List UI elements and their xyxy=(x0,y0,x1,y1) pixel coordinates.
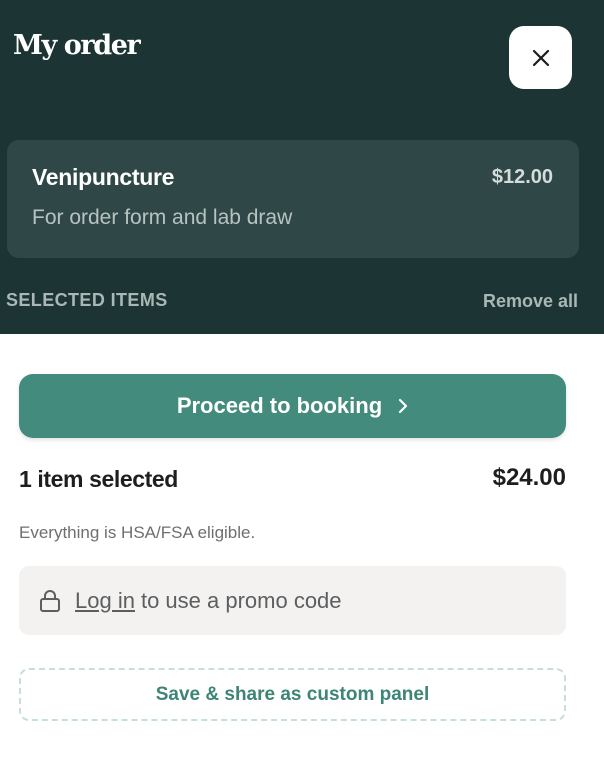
selected-items-label: SELECTED ITEMS xyxy=(6,290,168,310)
promo-code-box: Log in to use a promo code xyxy=(19,566,566,635)
remove-all-button[interactable]: Remove all xyxy=(483,291,578,312)
proceed-to-booking-button[interactable]: Proceed to booking xyxy=(19,374,566,438)
lock-icon xyxy=(40,589,60,612)
proceed-label: Proceed to booking xyxy=(176,393,383,418)
item-name: Venipuncture xyxy=(32,164,175,190)
promo-text: to use a promo code xyxy=(140,587,342,613)
login-link[interactable]: Log in xyxy=(75,588,135,614)
chevron-right-icon xyxy=(399,398,408,414)
save-custom-panel-label: Save & share as custom panel xyxy=(155,683,430,705)
item-price: $12.00 xyxy=(491,166,553,188)
save-custom-panel-button[interactable]: Save & share as custom panel xyxy=(19,668,566,721)
order-item-card: Venipuncture $12.00 For order form and l… xyxy=(7,140,579,258)
items-selected-count: 1 item selected xyxy=(19,466,178,492)
page-title: My order xyxy=(13,30,141,61)
order-total: $24.00 xyxy=(492,464,566,491)
item-description: For order form and lab draw xyxy=(32,206,293,229)
order-header: My order Venipuncture $12.00 For order f… xyxy=(0,0,604,334)
hsa-fsa-note: Everything is HSA/FSA eligible. xyxy=(19,523,256,542)
close-icon xyxy=(532,49,549,66)
close-button[interactable] xyxy=(509,26,572,89)
order-panel: My order Venipuncture $12.00 For order f… xyxy=(0,0,604,759)
